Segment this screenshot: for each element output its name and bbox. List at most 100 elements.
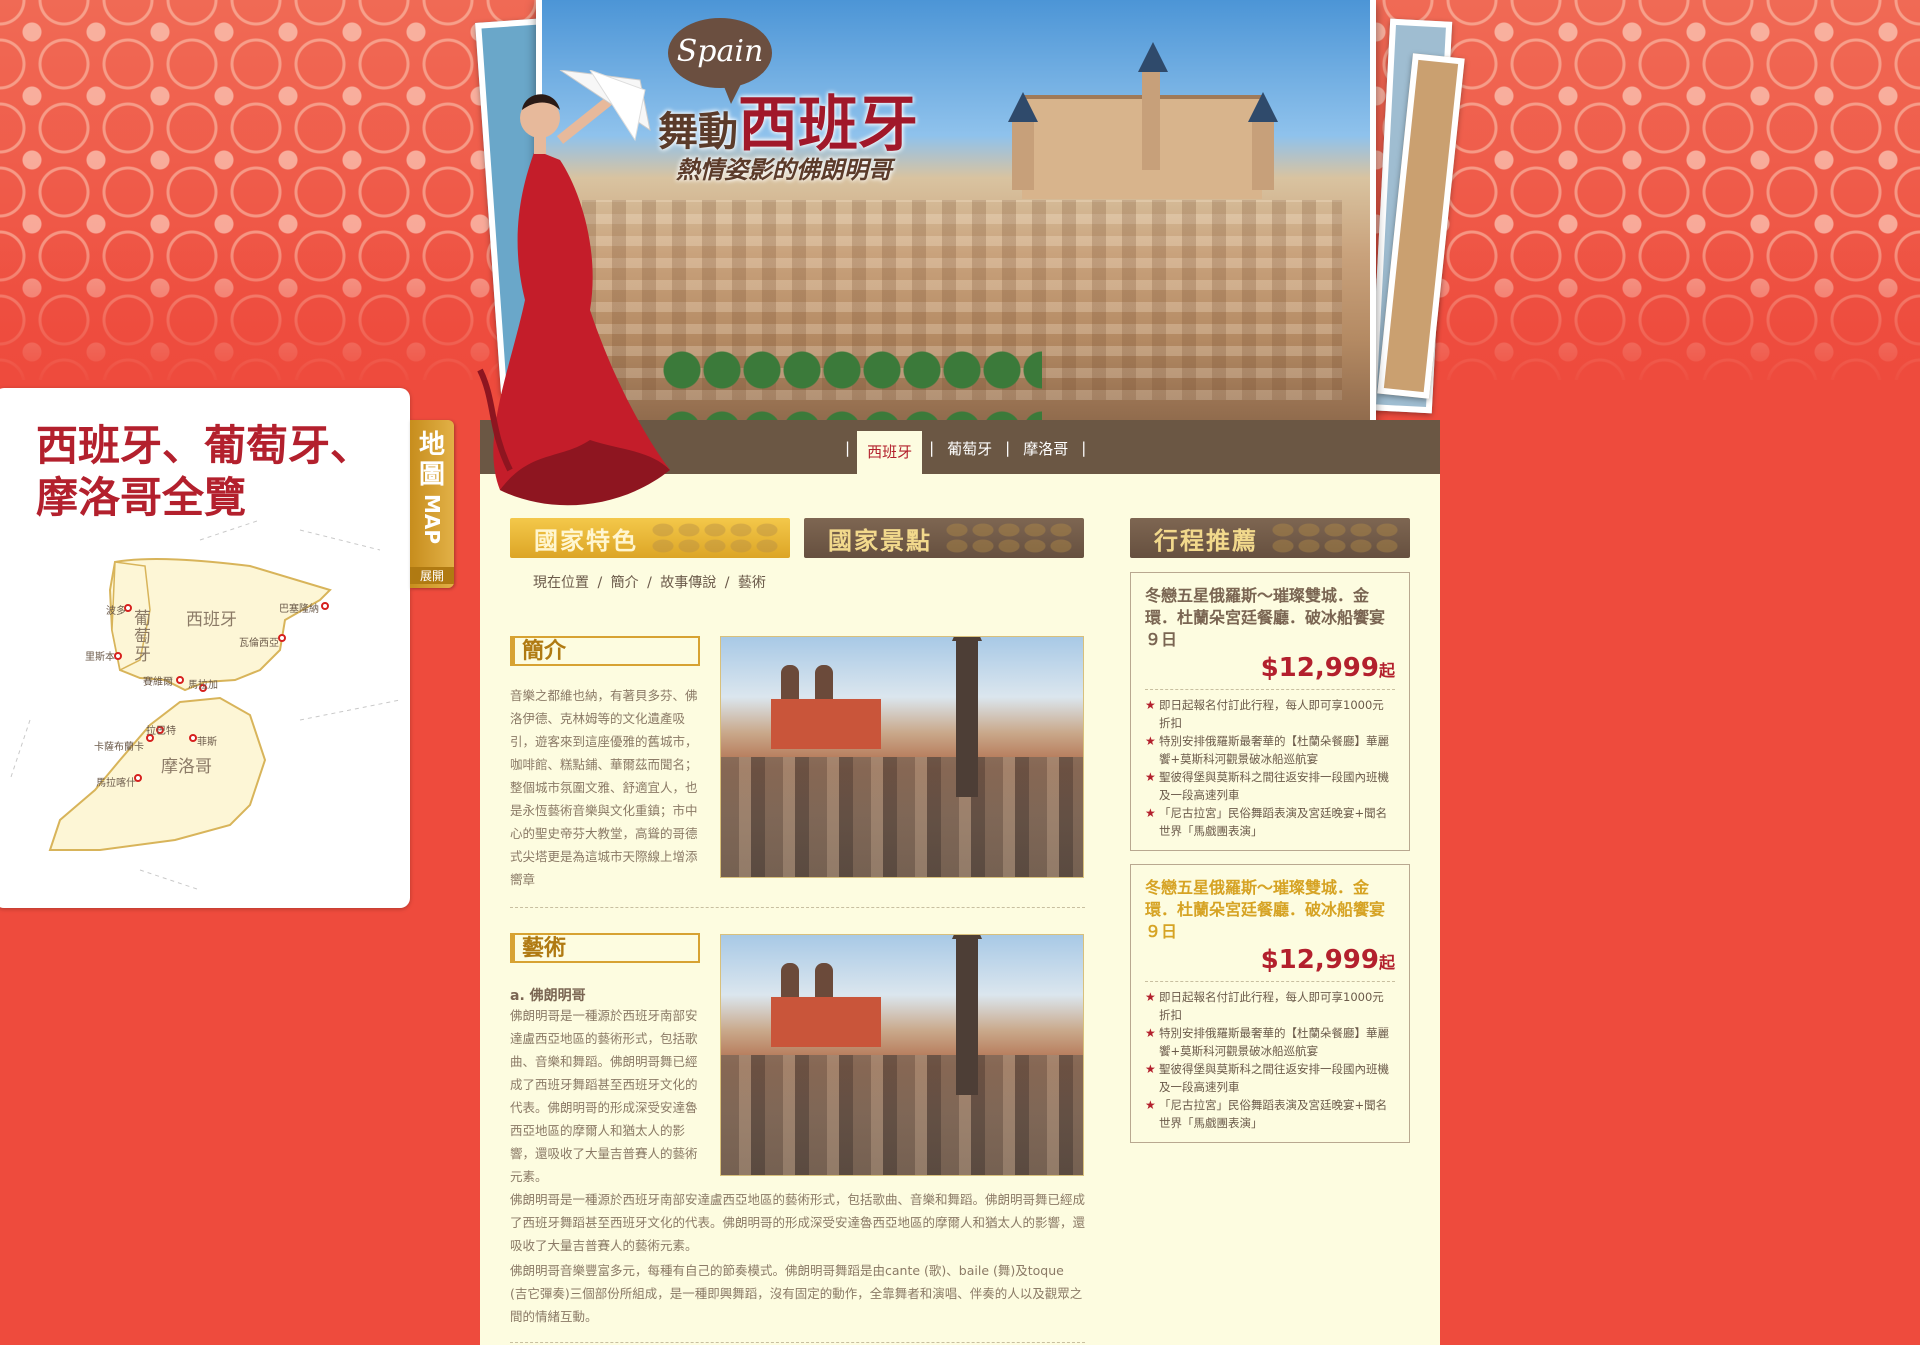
trip-divider — [1145, 981, 1395, 982]
map-city-porto[interactable]: 波多 — [106, 602, 126, 617]
art-text-wide-1: 佛朗明哥是一種源於西班牙南部安達盧西亞地區的藝術形式，包括歌曲、音樂和舞蹈。佛朗… — [510, 1192, 1086, 1253]
star-icon: ★ — [1145, 990, 1156, 1004]
trip-bullet: ★ 即日起報名付訂此行程，每人即可享1000元折扣 — [1145, 696, 1395, 732]
trip-price-value: $12,999 — [1260, 945, 1379, 975]
trip-bullet-text: 「尼古拉宮」民俗舞蹈表演及宮廷晚宴+聞名世界「馬戲團表演」 — [1159, 806, 1388, 838]
trip-card[interactable]: 冬戀五星俄羅斯～璀璨雙城．金環．杜蘭朵宮廷餐廳．破冰船饗宴９日 $12,999起… — [1130, 864, 1410, 1143]
photo-roof — [771, 699, 881, 749]
map-city-casablanca[interactable]: 卡薩布蘭卡 — [94, 738, 144, 753]
trip-bullets: ★ 即日起報名付訂此行程，每人即可享1000元折扣 ★ 特別安排俄羅斯最奢華的【杜蘭… — [1145, 988, 1395, 1132]
breadcrumb-item[interactable]: 簡介 — [611, 575, 639, 591]
photo-spire — [952, 935, 982, 1095]
trip-title[interactable]: 冬戀五星俄羅斯～璀璨雙城．金環．杜蘭朵宮廷餐廳．破冰船饗宴９日 — [1145, 585, 1395, 651]
star-icon: ★ — [1145, 770, 1156, 784]
trip-bullet-text: 聖彼得堡與莫斯科之間往返安排一段國內班機及一段高速列車 — [1159, 770, 1389, 802]
star-icon: ★ — [1145, 1062, 1156, 1076]
map-morocco — [48, 696, 267, 851]
nav-item-morocco[interactable]: 摩洛哥 — [1017, 434, 1074, 463]
nav-separator: | — [845, 439, 851, 457]
trip-bullet: ★ 「尼古拉宮」民俗舞蹈表演及宮廷晚宴+聞名世界「馬戲團表演」 — [1145, 804, 1395, 840]
trip-bullet: ★ 特別安排俄羅斯最奢華的【杜蘭朵餐廳】華麗饗+莫斯科河觀景破冰船巡航宴 — [1145, 1024, 1395, 1060]
nav-separator: | — [1005, 439, 1011, 457]
photo-city — [721, 757, 1083, 877]
trip-price: $12,999起 — [1145, 945, 1395, 975]
breadcrumb-separator: / — [597, 575, 603, 591]
map-title-line: 摩洛哥全覽 — [36, 473, 247, 522]
map-tab-cjk-text: 地圖 — [418, 430, 445, 490]
nav-separator: | — [1081, 439, 1087, 457]
hero-subtitle: 熱情姿影的佛朗明哥 — [676, 155, 892, 184]
iberia-morocco-map — [9, 520, 401, 890]
map-city-fes[interactable]: 菲斯 — [197, 733, 217, 748]
map-city-seville[interactable]: 賽維爾 — [143, 673, 173, 688]
photo-city — [721, 1055, 1083, 1175]
art-photo — [720, 934, 1084, 1176]
section-divider — [510, 1342, 1085, 1343]
trip-bullet: ★ 即日起報名付訂此行程，每人即可享1000元折扣 — [1145, 988, 1395, 1024]
trip-bullets: ★ 即日起報名付訂此行程，每人即可享1000元折扣 ★ 特別安排俄羅斯最奢華的【杜蘭… — [1145, 696, 1395, 840]
country-nav: | 西班牙 | 葡萄牙 | 摩洛哥 | — [838, 430, 1093, 476]
map-label-spain: 西班牙 — [186, 610, 237, 630]
map-label-morocco: 摩洛哥 — [161, 757, 212, 777]
section-divider — [510, 907, 1085, 908]
trip-bullet-text: 即日起報名付訂此行程，每人即可享1000元折扣 — [1159, 698, 1384, 730]
trip-price: $12,999起 — [1145, 653, 1395, 683]
art-text-wide-2: 佛朗明哥音樂豐富多元，每種有自己的節奏模式。佛朗明哥舞蹈是由cante (歌)、… — [510, 1263, 1083, 1324]
map-tab-cjk: 地圖 — [410, 430, 454, 490]
trip-title[interactable]: 冬戀五星俄羅斯～璀璨雙城．金環．杜蘭朵宮廷餐廳．破冰船饗宴９日 — [1145, 877, 1395, 943]
trip-price-suffix: 起 — [1378, 661, 1395, 680]
hero-tower — [1248, 92, 1278, 190]
hero-trees — [662, 330, 1042, 420]
star-icon: ★ — [1145, 734, 1156, 748]
breadcrumb-item[interactable]: 藝術 — [738, 575, 766, 591]
flamenco-dancer-illustration — [477, 70, 670, 506]
trip-bullet: ★ 聖彼得堡與莫斯科之間往返安排一段國內班機及一段高速列車 — [1145, 1060, 1395, 1096]
nav-separator: | — [929, 439, 935, 457]
hero-tower — [1138, 42, 1168, 170]
map-expand-tab[interactable]: 地圖 MAP 展開 — [410, 420, 454, 588]
nav-item-portugal[interactable]: 葡萄牙 — [941, 434, 998, 463]
map-city-malaga[interactable]: 馬拉加 — [188, 676, 218, 691]
star-icon: ★ — [1145, 1026, 1156, 1040]
art-heading: 藝術 — [510, 933, 700, 963]
breadcrumb-separator: / — [724, 575, 730, 591]
star-icon: ★ — [1145, 698, 1156, 712]
trip-bullet-text: 聖彼得堡與莫斯科之間往返安排一段國內班機及一段高速列車 — [1159, 1062, 1389, 1094]
map-label-portugal: 葡萄牙 — [134, 609, 151, 665]
map-city-lisbon[interactable]: 里斯本 — [85, 648, 115, 663]
map-city-barcelona[interactable]: 巴塞隆納 — [279, 600, 319, 615]
breadcrumb: 現在位置 / 簡介 / 故事傳說 / 藝術 — [533, 572, 770, 592]
tab-features[interactable]: 國家特色 — [510, 518, 790, 558]
tab-itinerary[interactable]: 行程推薦 — [1130, 518, 1410, 558]
trip-bullet-text: 「尼古拉宮」民俗舞蹈表演及宮廷晚宴+聞名世界「馬戲團表演」 — [1159, 1098, 1388, 1130]
trip-bullet-text: 特別安排俄羅斯最奢華的【杜蘭朵餐廳】華麗饗+莫斯科河觀景破冰船巡航宴 — [1159, 1026, 1389, 1058]
art-subtitle: a. 佛朗明哥 — [510, 988, 586, 1004]
map-expand-label[interactable]: 展開 — [410, 567, 454, 584]
map-tab-en: MAP — [420, 494, 444, 545]
hero-tower — [1008, 92, 1038, 190]
art-text-narrow: 佛朗明哥是一種源於西班牙南部安達盧西亞地區的藝術形式，包括歌曲、音樂和舞蹈。佛朗… — [510, 1008, 698, 1184]
nav-item-spain[interactable]: 西班牙 — [857, 430, 923, 476]
breadcrumb-item: 現在位置 — [533, 575, 589, 591]
trip-price-suffix: 起 — [1378, 953, 1395, 972]
star-icon: ★ — [1145, 806, 1156, 820]
tab-attractions[interactable]: 國家景點 — [804, 518, 1084, 558]
intro-text: 音樂之都維也納，有著貝多芬、佛洛伊德、克林姆等的文化遺產吸引，遊客來到這座優雅的… — [510, 688, 698, 887]
map-title: 西班牙、葡萄牙、 摩洛哥全覽 — [36, 420, 372, 524]
map-city-rabat[interactable]: 拉巴特 — [146, 722, 176, 737]
intro-photo — [720, 636, 1084, 878]
breadcrumb-item[interactable]: 故事傳說 — [660, 575, 716, 591]
trip-bullet-text: 特別安排俄羅斯最奢華的【杜蘭朵餐廳】華麗饗+莫斯科河觀景破冰船巡航宴 — [1159, 734, 1389, 766]
photo-roof — [771, 997, 881, 1047]
star-icon: ★ — [1145, 1098, 1156, 1112]
trip-bullet: ★ 特別安排俄羅斯最奢華的【杜蘭朵餐廳】華麗饗+莫斯科河觀景破冰船巡航宴 — [1145, 732, 1395, 768]
trip-price-value: $12,999 — [1260, 653, 1379, 683]
trip-bullet: ★ 聖彼得堡與莫斯科之間往返安排一段國內班機及一段高速列車 — [1145, 768, 1395, 804]
photo-spire — [952, 637, 982, 797]
intro-heading: 簡介 — [510, 636, 700, 666]
map-city-marrakech[interactable]: 馬拉喀什 — [96, 774, 136, 789]
trip-card[interactable]: 冬戀五星俄羅斯～璀璨雙城．金環．杜蘭朵宮廷餐廳．破冰船饗宴９日 $12,999起… — [1130, 572, 1410, 851]
trip-divider — [1145, 689, 1395, 690]
map-city-valencia[interactable]: 瓦倫西亞 — [239, 634, 279, 649]
trip-bullet-text: 即日起報名付訂此行程，每人即可享1000元折扣 — [1159, 990, 1384, 1022]
